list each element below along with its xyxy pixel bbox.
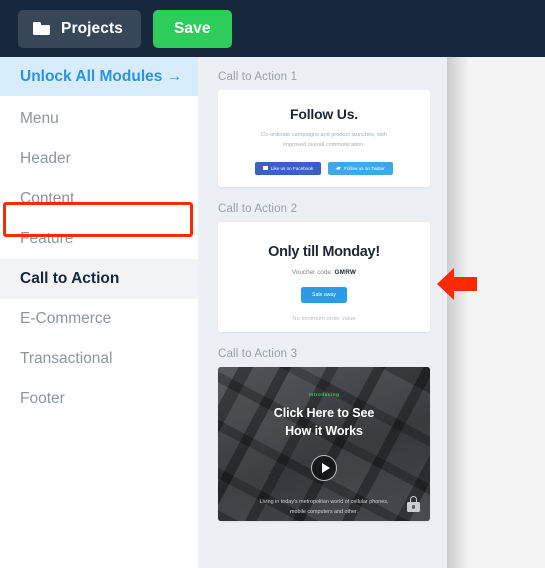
twitter-icon xyxy=(336,166,342,170)
section-label-cta-1: Call to Action 1 xyxy=(218,71,298,83)
module-preview-panel[interactable]: Call to Action 1 Follow Us. Co-ordinate … xyxy=(198,57,447,568)
facebook-button-label: Like us on Facebook xyxy=(270,165,314,171)
top-toolbar: Projects Save xyxy=(0,0,545,57)
sidebar-item-header[interactable]: Header xyxy=(0,139,198,179)
sidebar-item-label: Unlock All Modules → xyxy=(20,67,183,85)
cta3-title-line1: Click Here to See xyxy=(273,406,375,420)
cta1-body: Co-ordinate campaigns and product launch… xyxy=(261,132,387,149)
sidebar-item-label: Footer xyxy=(20,390,65,407)
cta2-voucher-prefix: Voucher code: xyxy=(291,269,333,276)
sidebar-item-label: Transactional xyxy=(20,350,113,367)
editor-canvas-panel[interactable] xyxy=(447,57,545,568)
cta3-title: Click Here to See How it Works xyxy=(218,405,430,441)
facebook-button[interactable]: Like us on Facebook xyxy=(255,161,322,175)
projects-button[interactable]: Projects xyxy=(18,9,141,48)
lock-icon xyxy=(407,496,420,512)
module-card-cta-3[interactable]: Introducing Click Here to See How it Wor… xyxy=(218,367,430,521)
folder-icon xyxy=(33,22,50,35)
sidebar-item-feature[interactable]: Feature xyxy=(0,219,198,259)
cta3-title-line2: How it Works xyxy=(285,423,363,438)
sidebar-item-call-to-action[interactable]: Call to Action xyxy=(0,259,198,299)
cta3-content: Introducing Click Here to See How it Wor… xyxy=(218,367,430,518)
sidebar-item-content[interactable]: Content xyxy=(0,179,198,219)
cta2-voucher-code: GMRW xyxy=(334,269,357,276)
app-window: Projects Save Unlock All Modules → Menu … xyxy=(0,0,545,568)
sidebar-item-label: Content xyxy=(20,190,75,207)
cta2-title: Only till Monday! xyxy=(268,244,380,260)
sidebar-item-label: E-Commerce xyxy=(20,310,112,327)
module-sidebar: Unlock All Modules → Menu Header Content… xyxy=(0,57,198,568)
play-triangle-icon xyxy=(321,462,330,473)
sidebar-item-e-commerce[interactable]: E-Commerce xyxy=(0,299,198,339)
cta2-note: No minimum order value xyxy=(292,316,356,322)
cta2-cta-button[interactable]: Sale away xyxy=(301,287,347,303)
sidebar-item-unlock-all-modules[interactable]: Unlock All Modules → xyxy=(0,57,198,96)
sidebar-item-footer[interactable]: Footer xyxy=(0,379,198,419)
sidebar-item-label: Feature xyxy=(20,230,74,247)
cta2-voucher-line: Voucher code: GMRW xyxy=(230,269,418,276)
cta1-title: Follow Us. xyxy=(289,106,358,122)
projects-button-label: Projects xyxy=(61,19,123,37)
sidebar-item-transactional[interactable]: Transactional xyxy=(0,339,198,379)
annotation-arrow-icon xyxy=(437,268,477,300)
module-card-cta-1[interactable]: Follow Us. Co-ordinate campaigns and pro… xyxy=(218,90,430,187)
cta1-button-row: Like us on Facebook Follow us on Twitter xyxy=(230,161,418,175)
section-label-cta-3: Call to Action 3 xyxy=(218,348,298,360)
play-icon[interactable] xyxy=(311,454,337,481)
section-label-cta-2: Call to Action 2 xyxy=(218,203,298,215)
facebook-icon xyxy=(263,165,268,171)
module-card-cta-2[interactable]: Only till Monday! Voucher code: GMRW Sal… xyxy=(218,222,430,332)
cta3-kicker: Introducing xyxy=(308,392,340,397)
sidebar-item-label: Header xyxy=(20,150,71,167)
cta3-body: Living in today's metropolitan world of … xyxy=(259,498,389,516)
sidebar-item-menu[interactable]: Menu xyxy=(0,99,198,139)
save-button[interactable]: Save xyxy=(152,9,232,48)
sidebar-item-label: Call to Action xyxy=(20,270,120,287)
twitter-button[interactable]: Follow us on Twitter xyxy=(328,161,393,175)
twitter-button-label: Follow us on Twitter xyxy=(344,165,385,171)
sidebar-item-label: Menu xyxy=(20,110,59,127)
